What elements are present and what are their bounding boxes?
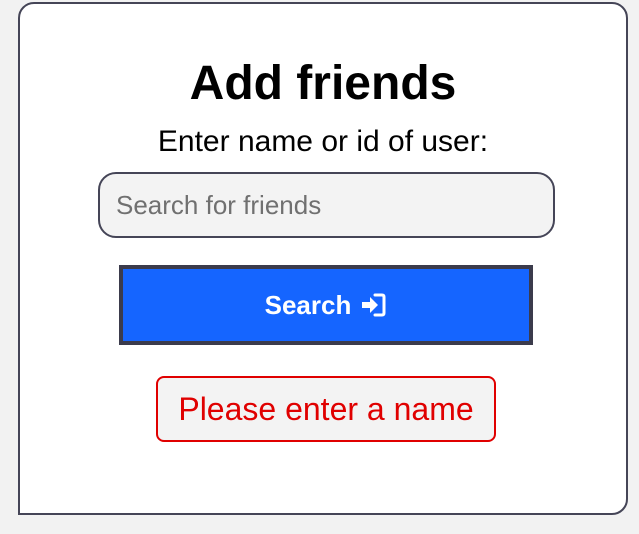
search-input[interactable]	[98, 172, 555, 238]
search-button-label: Search	[264, 289, 352, 320]
page-title: Add friends	[189, 57, 457, 110]
search-button[interactable]: Search	[119, 265, 533, 345]
add-friends-card: Add friends Enter name or id of user: Se…	[18, 2, 628, 515]
search-instructions: Enter name or id of user:	[157, 125, 489, 158]
error-message: Please enter a name	[156, 376, 496, 442]
sign-in-arrow-icon	[359, 291, 387, 319]
